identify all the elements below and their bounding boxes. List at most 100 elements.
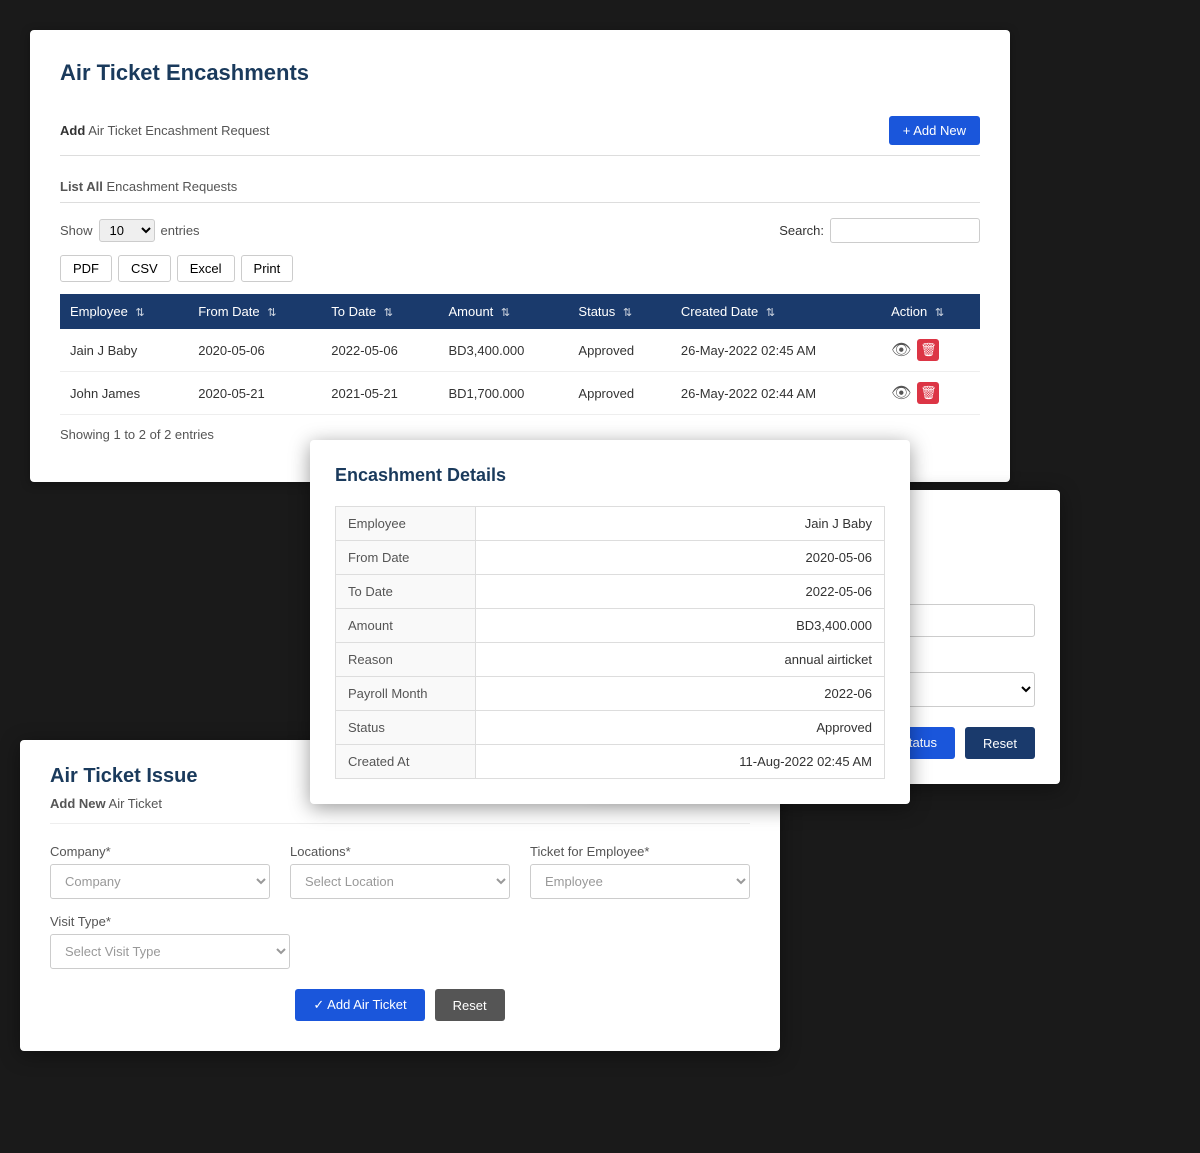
list-suffix: Encashment Requests: [106, 179, 237, 194]
visit-type-col: Visit Type* Select Visit Type: [50, 914, 290, 969]
sort-icon-created-date: ⇅: [766, 306, 775, 319]
view-icon[interactable]: 👁: [891, 383, 911, 403]
sort-icon-amount: ⇅: [501, 306, 510, 319]
locations-label: Locations*: [290, 844, 510, 859]
add-section: Add Air Ticket Encashment Request + Add …: [60, 106, 980, 156]
pdf-button[interactable]: PDF: [60, 255, 112, 282]
detail-value: 2022-06: [476, 677, 885, 711]
list-prefix: List All: [60, 179, 103, 194]
cell-action: 👁: [881, 329, 980, 372]
table-row: Jain J Baby 2020-05-06 2022-05-06 BD3,40…: [60, 329, 980, 372]
details-row: Amount BD3,400.000: [336, 609, 885, 643]
list-section-header: List All Encashment Requests: [60, 171, 980, 203]
visit-type-label: Visit Type*: [50, 914, 290, 929]
company-col: Company* Company: [50, 844, 270, 899]
main-window: Air Ticket Encashments Add Air Ticket En…: [30, 30, 1010, 482]
th-created-date[interactable]: Created Date ⇅: [671, 294, 881, 329]
show-label: Show: [60, 223, 93, 238]
sort-icon-to-date: ⇅: [384, 306, 393, 319]
cell-from-date: 2020-05-06: [188, 329, 321, 372]
show-entries: Show 10 25 50 100 entries: [60, 219, 200, 242]
table-header-row: Employee ⇅ From Date ⇅ To Date ⇅ Amount …: [60, 294, 980, 329]
reset-ticket-button[interactable]: Reset: [435, 989, 505, 1021]
reset-button[interactable]: Reset: [965, 727, 1035, 759]
th-action[interactable]: Action ⇅: [881, 294, 980, 329]
view-icon[interactable]: 👁: [891, 340, 911, 360]
entries-select[interactable]: 10 25 50 100: [99, 219, 155, 242]
company-locations-row: Company* Company Locations* Select Locat…: [50, 844, 750, 899]
cell-status: Approved: [568, 329, 671, 372]
search-box: Search:: [779, 218, 980, 243]
detail-value: annual airticket: [476, 643, 885, 677]
ticket-actions: ✓ Add Air Ticket Reset: [50, 989, 750, 1021]
excel-button[interactable]: Excel: [177, 255, 235, 282]
csv-button[interactable]: CSV: [118, 255, 171, 282]
cell-amount: BD3,400.000: [438, 329, 568, 372]
th-to-date[interactable]: To Date ⇅: [321, 294, 438, 329]
cell-employee: Jain J Baby: [60, 329, 188, 372]
sort-icon-from-date: ⇅: [267, 306, 276, 319]
entries-suffix: entries: [161, 223, 200, 238]
detail-label: From Date: [336, 541, 476, 575]
delete-icon[interactable]: [917, 339, 939, 361]
controls-row: Show 10 25 50 100 entries Search:: [60, 218, 980, 243]
add-air-ticket-button[interactable]: ✓ Add Air Ticket: [295, 989, 424, 1021]
visit-type-select[interactable]: Select Visit Type: [50, 934, 290, 969]
detail-label: Payroll Month: [336, 677, 476, 711]
details-row: To Date 2022-05-06: [336, 575, 885, 609]
details-row: Status Approved: [336, 711, 885, 745]
th-status[interactable]: Status ⇅: [568, 294, 671, 329]
cell-to-date: 2021-05-21: [321, 372, 438, 415]
detail-value: Approved: [476, 711, 885, 745]
cell-created-date: 26-May-2022 02:44 AM: [671, 372, 881, 415]
employee-col: Ticket for Employee* Employee: [530, 844, 750, 899]
search-label: Search:: [779, 223, 824, 238]
sort-icon-action: ⇅: [935, 306, 944, 319]
company-label: Company*: [50, 844, 270, 859]
details-row: From Date 2020-05-06: [336, 541, 885, 575]
cell-created-date: 26-May-2022 02:45 AM: [671, 329, 881, 372]
print-button[interactable]: Print: [241, 255, 294, 282]
sort-icon-status: ⇅: [623, 306, 632, 319]
sort-icon-employee: ⇅: [135, 306, 144, 319]
detail-value: 11-Aug-2022 02:45 AM: [476, 745, 885, 779]
th-employee[interactable]: Employee ⇅: [60, 294, 188, 329]
visit-type-row: Visit Type* Select Visit Type: [50, 914, 750, 969]
search-input[interactable]: [830, 218, 980, 243]
cell-amount: BD1,700.000: [438, 372, 568, 415]
details-row: Employee Jain J Baby: [336, 507, 885, 541]
details-row: Created At 11-Aug-2022 02:45 AM: [336, 745, 885, 779]
employee-select[interactable]: Employee: [530, 864, 750, 899]
encashment-details-title: Encashment Details: [335, 465, 885, 486]
add-new-button[interactable]: + Add New: [889, 116, 980, 145]
details-row: Reason annual airticket: [336, 643, 885, 677]
locations-select[interactable]: Select Location: [290, 864, 510, 899]
detail-label: Reason: [336, 643, 476, 677]
th-from-date[interactable]: From Date ⇅: [188, 294, 321, 329]
add-section-text: Add Air Ticket Encashment Request: [60, 123, 270, 138]
page-title: Air Ticket Encashments: [60, 60, 980, 86]
company-select[interactable]: Company: [50, 864, 270, 899]
cell-action: 👁: [881, 372, 980, 415]
detail-value: 2022-05-06: [476, 575, 885, 609]
detail-value: Jain J Baby: [476, 507, 885, 541]
export-buttons: PDF CSV Excel Print: [60, 255, 980, 282]
add-label: Add: [60, 123, 85, 138]
locations-col: Locations* Select Location: [290, 844, 510, 899]
details-row: Payroll Month 2022-06: [336, 677, 885, 711]
th-amount[interactable]: Amount ⇅: [438, 294, 568, 329]
cell-employee: John James: [60, 372, 188, 415]
add-new-label: Add New: [50, 796, 106, 811]
cell-to-date: 2022-05-06: [321, 329, 438, 372]
cell-from-date: 2020-05-21: [188, 372, 321, 415]
employee-label: Ticket for Employee*: [530, 844, 750, 859]
detail-value: 2020-05-06: [476, 541, 885, 575]
add-suffix: Air Ticket Encashment Request: [88, 123, 269, 138]
encashment-table: Employee ⇅ From Date ⇅ To Date ⇅ Amount …: [60, 294, 980, 415]
detail-label: Created At: [336, 745, 476, 779]
delete-icon[interactable]: [917, 382, 939, 404]
detail-label: To Date: [336, 575, 476, 609]
table-row: John James 2020-05-21 2021-05-21 BD1,700…: [60, 372, 980, 415]
air-ticket-label: Air Ticket: [109, 796, 162, 811]
cell-status: Approved: [568, 372, 671, 415]
